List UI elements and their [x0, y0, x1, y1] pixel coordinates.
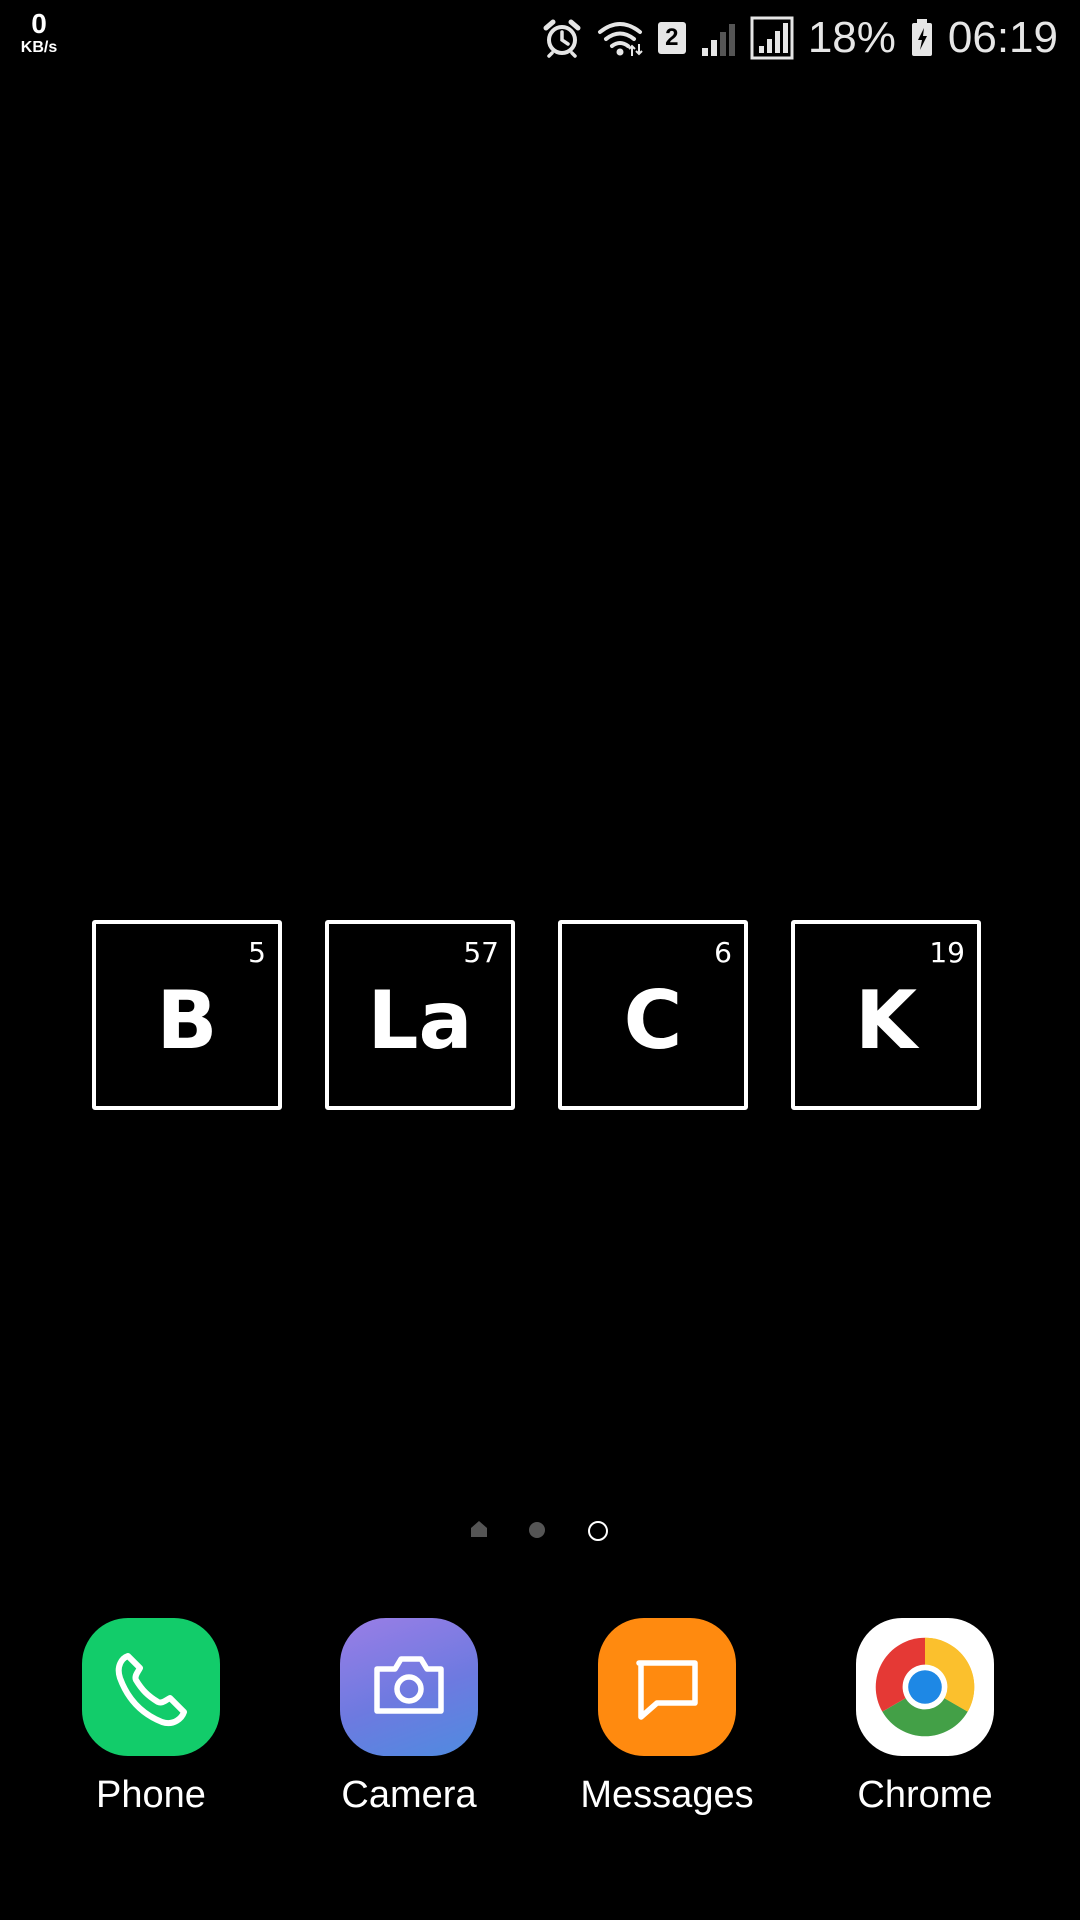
home-page-icon[interactable] [470, 1520, 488, 1543]
element-symbol: C [623, 974, 683, 1067]
app-label: Messages [580, 1774, 754, 1816]
page-indicator[interactable] [460, 1516, 620, 1544]
app-label: Phone [96, 1774, 206, 1816]
element-tile: 19 K [791, 920, 981, 1110]
phone-icon[interactable] [82, 1618, 220, 1756]
element-symbol: La [367, 974, 473, 1067]
wallpaper-element-tiles: 5 B 57 La 6 C 19 K [90, 920, 990, 1115]
atomic-number: 57 [463, 936, 499, 969]
dock-app-camera[interactable]: Camera [299, 1618, 519, 1817]
status-icons: 2 18% 06:19 [542, 10, 1058, 66]
alarm-icon [542, 18, 582, 58]
dock-app-chrome[interactable]: Chrome [815, 1618, 1035, 1817]
messages-icon[interactable] [598, 1618, 736, 1756]
element-tile: 6 C [558, 920, 748, 1110]
sim-2-badge: 2 [657, 22, 686, 54]
battery-percent: 18% [807, 13, 896, 62]
dock-app-phone[interactable]: Phone [41, 1618, 261, 1817]
element-tile: 5 B [92, 920, 282, 1110]
camera-icon[interactable] [340, 1618, 478, 1756]
app-label: Camera [341, 1774, 477, 1816]
app-label: Chrome [857, 1774, 993, 1816]
home-screen: 0 KB/s 2 18% 06:19 5 B 57 La 6 C 19 K Ph… [0, 0, 1080, 1920]
signal-weak-icon [700, 18, 736, 58]
signal-full-icon [750, 16, 794, 60]
clock: 06:19 [947, 13, 1058, 62]
element-symbol: B [156, 974, 218, 1067]
element-tile: 57 La [325, 920, 515, 1110]
atomic-number: 5 [248, 936, 266, 969]
status-bar[interactable]: 0 KB/s 2 18% 06:19 [0, 0, 1080, 80]
network-speed-indicator: 0 KB/s [14, 10, 64, 56]
element-symbol: K [855, 974, 917, 1067]
atomic-number: 19 [929, 936, 965, 969]
current-page-dot[interactable] [588, 1521, 608, 1541]
page-dot[interactable] [529, 1522, 545, 1538]
dock-app-messages[interactable]: Messages [557, 1618, 777, 1817]
net-speed-unit: KB/s [20, 39, 58, 56]
app-dock: Phone Camera Messages Chrome [0, 1618, 1080, 1838]
chrome-icon[interactable] [856, 1618, 994, 1756]
wifi-icon [596, 18, 644, 58]
atomic-number: 6 [714, 936, 732, 969]
battery-charging-icon [910, 18, 934, 58]
net-speed-value: 0 [31, 8, 47, 39]
